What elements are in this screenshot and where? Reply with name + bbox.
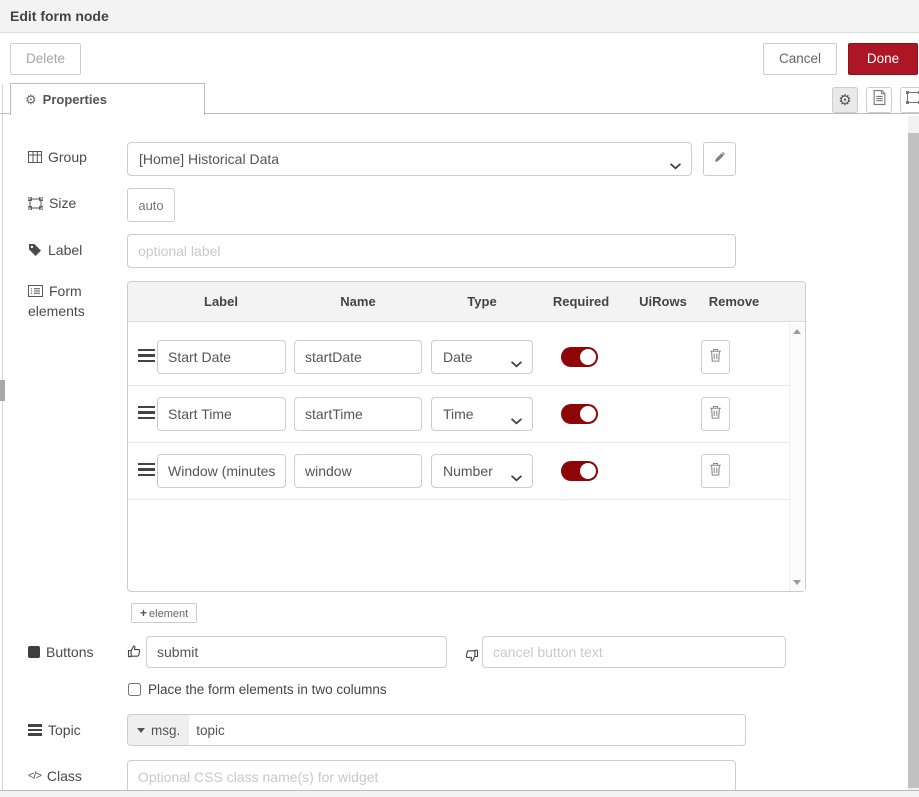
required-toggle[interactable] [561,404,598,424]
topic-field-label: Topic [28,722,81,738]
drag-handle-icon[interactable] [138,349,155,365]
topic-typed-input[interactable]: msg. topic [127,714,746,746]
column-header-required: Required [553,294,609,309]
form-element-row: Time [128,386,789,443]
scrollbar-thumb[interactable] [908,133,919,788]
chevron-down-icon [511,469,522,485]
scroll-down-icon[interactable] [793,580,801,585]
scroll-up-icon[interactable] [793,329,801,334]
topic-type-label: msg. [151,723,180,738]
form-element-row: Date [128,329,789,386]
remove-row-button[interactable] [701,454,730,488]
element-label-input[interactable] [157,397,286,431]
tray-footer [0,790,919,797]
table-icon [28,151,42,163]
list-alt-icon [28,285,43,297]
cancel-button-text-input[interactable] [482,636,786,668]
element-name-input[interactable] [294,340,422,374]
trash-icon [709,462,722,481]
object-group-icon [28,197,43,210]
form-elements-body: Date Time [128,323,805,591]
delete-button[interactable]: Delete [10,43,81,75]
form-elements-field-label: Form [28,283,82,299]
group-field-label: Group [28,149,87,165]
chevron-down-icon [511,355,522,371]
node-description-button[interactable] [866,87,892,113]
node-appearance-button[interactable] [900,87,919,113]
form-elements-header: Label Name Type Required UiRows Remove [128,282,805,322]
form-element-row: Number [128,443,789,500]
column-header-uirows: UiRows [639,294,687,309]
dialog-scrollbar[interactable] [908,116,919,790]
add-element-button[interactable]: +element [131,603,197,623]
trash-icon [709,405,722,424]
tab-properties-label: Properties [43,92,107,107]
label-input[interactable] [127,234,736,268]
label-field-label: Label [28,242,82,258]
dialog-toolbar: Delete Cancel Done [0,33,919,83]
tasks-icon [28,724,42,736]
dialog-title: Edit form node [0,0,919,33]
element-type-select[interactable]: Number [431,454,533,488]
caret-down-icon [137,728,145,733]
column-header-label: Label [204,294,238,309]
element-type-select[interactable]: Time [431,397,533,431]
column-header-remove: Remove [709,294,760,309]
tray-left-edge [2,84,3,797]
chevron-down-icon [670,157,681,173]
gear-icon: ⚙ [25,92,37,107]
plus-icon: + [140,606,147,620]
object-group-icon [906,91,919,109]
form-elements-field-label-2: elements [28,303,85,319]
code-icon: </> [28,770,41,782]
tab-properties[interactable]: ⚙ Properties [10,83,205,115]
square-icon [28,646,40,658]
remove-row-button[interactable] [701,397,730,431]
drag-handle-icon[interactable] [138,406,155,422]
tag-icon [28,243,42,257]
size-button[interactable]: auto [127,188,175,222]
form-elements-table: Label Name Type Required UiRows Remove D… [127,281,806,592]
element-name-input[interactable] [294,454,422,488]
gear-icon: ⚙ [838,91,851,109]
required-toggle[interactable] [561,347,598,367]
done-button[interactable]: Done [848,43,918,75]
column-header-type: Type [467,294,496,309]
buttons-field-label: Buttons [28,644,93,660]
column-header-name: Name [340,294,375,309]
topic-type-select[interactable]: msg. [128,715,189,745]
element-type-select[interactable]: Date [431,340,533,374]
tab-bar: ⚙ Properties ⚙ [0,83,919,114]
class-input[interactable] [127,760,736,794]
thumbs-up-icon [127,643,143,664]
element-name-input[interactable] [294,397,422,431]
two-columns-checkbox[interactable] [128,683,141,696]
edit-form-node-dialog: Edit form node Delete Cancel Done ⚙ Prope… [0,0,919,797]
topic-value[interactable]: topic [189,715,745,745]
thumbs-down-icon [463,643,479,664]
group-select-value: [Home] Historical Data [139,151,279,167]
size-field-label: Size [28,195,76,211]
submit-button-text-input[interactable] [146,636,447,668]
remove-row-button[interactable] [701,340,730,374]
two-columns-option[interactable]: Place the form elements in two columns [128,682,387,697]
required-toggle[interactable] [561,461,598,481]
node-properties-button[interactable]: ⚙ [832,87,858,113]
edit-group-button[interactable] [703,142,736,176]
element-label-input[interactable] [157,340,286,374]
cancel-button[interactable]: Cancel [763,43,837,75]
element-label-input[interactable] [157,454,286,488]
chevron-down-icon [511,412,522,428]
two-columns-label: Place the form elements in two columns [148,682,387,697]
drag-handle-icon[interactable] [138,463,155,479]
pencil-icon [713,150,727,169]
document-icon [873,90,886,110]
group-select[interactable]: [Home] Historical Data [127,142,692,176]
table-scrollbar[interactable] [789,323,805,591]
tray-resize-grip[interactable] [0,380,5,401]
trash-icon [709,348,722,367]
class-field-label: </> Class [28,768,82,784]
